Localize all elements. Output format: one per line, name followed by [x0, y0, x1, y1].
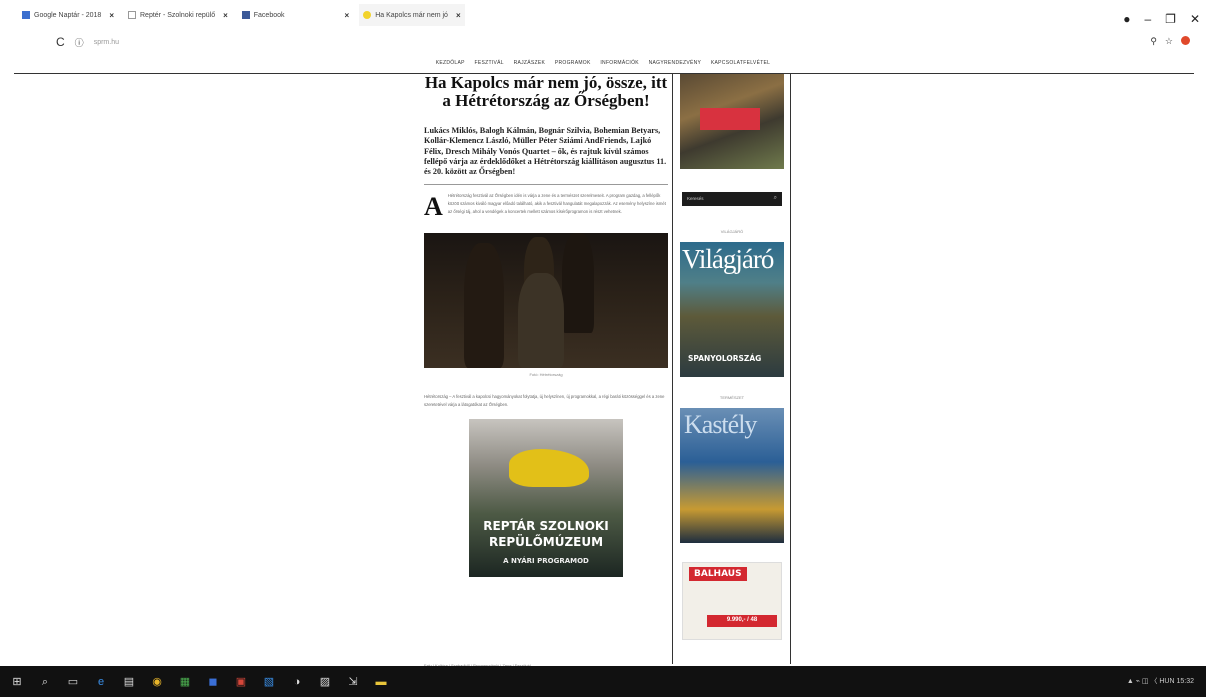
bookmark-star-icon[interactable]: ☆ [1165, 36, 1173, 47]
browser-tab[interactable]: Reptér - Szolnoki repülő × [124, 4, 232, 26]
article-body-2: Hétrétország – A fesztivál a kapolcsi ha… [424, 394, 665, 407]
windows-taskbar: ⊞ ⌕ ▭ e ▤ ◉ ▦ ◼ ▣ ▧ ◑ ▨ ⇲ ▬ ▲ ⌁ ◫ 〈 HUN … [0, 666, 1206, 697]
person-silhouette [518, 273, 564, 369]
ad-price: 9.990,- / 48 [707, 615, 777, 627]
close-tab-icon[interactable]: × [109, 11, 114, 20]
task-view-icon[interactable]: ▭ [66, 675, 80, 689]
app-icon[interactable]: ▣ [234, 675, 248, 689]
app-icon[interactable]: ◼ [206, 675, 220, 689]
minimize-button[interactable]: – [1144, 12, 1151, 26]
article-body-text: Hétrétország fesztivál az Őrségben idén … [447, 193, 666, 214]
browser-tab-active[interactable]: Ha Kapolcs már nem jó × [359, 4, 465, 26]
ad-line-1: REPTÁR SZOLNOKI [483, 519, 609, 534]
dropcap: A [424, 192, 443, 222]
article: Ha Kapolcs már nem jó, össze, itt a Hétr… [424, 73, 668, 578]
app-icon[interactable]: ▧ [262, 675, 276, 689]
reload-icon[interactable]: C [56, 35, 65, 49]
window-controls: ● – ❐ ✕ [1123, 12, 1200, 26]
browser-tab-strip: Google Naptár - 2018 × Reptér - Szolnoki… [0, 0, 1206, 30]
magazine-cover-2[interactable]: Kastély [680, 408, 784, 543]
banner-badge [700, 108, 760, 130]
photo-caption: Fotó: Hétrétország [529, 372, 563, 378]
magazine-cover-vilagjaro[interactable]: Világjáró SPANYOLORSZÁG [680, 242, 784, 377]
nav-item[interactable]: KEZDŐLAP [436, 60, 465, 66]
ad-line-2: REPÜLŐMÚZEUM [488, 535, 604, 550]
magazine-title: Kastély [684, 410, 757, 439]
helicopter-illustration [509, 449, 589, 488]
nav-item[interactable]: PROGRAMOK [555, 60, 591, 66]
divider [424, 184, 668, 186]
browser-tab[interactable]: Google Naptár - 2018 × [18, 4, 118, 26]
start-icon[interactable]: ⊞ [10, 675, 24, 689]
url-field[interactable]: sprm.hu [94, 39, 119, 46]
nav-item[interactable]: KAPCSOLATFELVÉTEL [711, 60, 770, 66]
search-placeholder: Keresés [687, 196, 704, 201]
sidebar: Keresés ⌕ VILÁGJÁRÓ Világjáró SPANYOLORS… [672, 74, 792, 674]
article-headline: Ha Kapolcs már nem jó, össze, itt a Hétr… [424, 73, 668, 110]
extension-icon[interactable] [1181, 36, 1190, 45]
browser-tab[interactable]: Facebook × [238, 4, 353, 26]
store-icon[interactable]: ▤ [122, 675, 136, 689]
folder-icon[interactable]: ▬ [374, 675, 388, 689]
address-bar: C ⓘ sprm.hu ⚲ ☆ [0, 30, 1206, 54]
person-silhouette [464, 243, 504, 369]
person-silhouette [562, 233, 594, 334]
sidebar-section-heading: VILÁGJÁRÓ [720, 229, 744, 234]
close-window-button[interactable]: ✕ [1190, 12, 1200, 26]
tab-label: Google Naptár - 2018 [34, 11, 102, 19]
site-navigation: KEZDŐLAP FESZTIVÁL RAJZÁSZEK PROGRAMOK I… [0, 60, 1206, 74]
magazine-subtitle: SPANYOLORSZÁG [688, 354, 762, 363]
address-tools: ⚲ ☆ [1150, 36, 1190, 47]
chrome-icon[interactable]: ◉ [150, 675, 164, 689]
site-favicon [363, 11, 372, 19]
search-input[interactable]: Keresés ⌕ [682, 192, 782, 206]
reptar-advertisement[interactable]: REPTÁR SZOLNOKI REPÜLŐMÚZEUM A NYÁRI PRO… [469, 419, 623, 578]
system-tray[interactable]: ▲ ⌁ ◫ 〈 HUN 15:32 [1127, 676, 1194, 686]
app-icon[interactable]: ◑ [290, 675, 304, 689]
maximize-button[interactable]: ❐ [1165, 12, 1176, 26]
page-icon [128, 11, 136, 19]
nav-item[interactable]: NAGYRENDEZVÉNY [649, 60, 702, 66]
profile-icon[interactable]: ● [1123, 12, 1130, 26]
balhaus-advertisement[interactable]: BALHAUS 9.990,- / 48 [682, 562, 782, 640]
app-icon[interactable]: ⇲ [346, 675, 360, 689]
tab-label: Reptér - Szolnoki repülő [140, 11, 216, 19]
sidebar-banner-image[interactable] [680, 74, 784, 169]
nav-item[interactable]: INFORMÁCIÓK [600, 60, 639, 66]
article-body: A Hétrétország fesztivál az Őrségben idé… [424, 192, 668, 222]
article-lead: Lukács Miklós, Balogh Kálmán, Bognár Szi… [424, 126, 667, 177]
close-tab-icon[interactable]: × [223, 11, 228, 20]
ad-line-3: A NYÁRI PROGRAMOD [503, 557, 589, 566]
magazine-title: Világjáró [682, 244, 774, 274]
app-icon[interactable]: ▦ [178, 675, 192, 689]
tab-label: Facebook [253, 11, 285, 19]
calendar-icon [22, 11, 30, 19]
facebook-icon [241, 11, 250, 19]
search-icon[interactable]: ⌕ [774, 195, 777, 202]
search-icon[interactable]: ⌕ [38, 675, 52, 689]
balhaus-logo: BALHAUS [689, 567, 747, 581]
close-tab-icon[interactable]: × [456, 11, 461, 20]
app-icon[interactable]: ▨ [318, 675, 332, 689]
article-photo [424, 233, 668, 369]
close-tab-icon[interactable]: × [345, 11, 350, 20]
zoom-icon[interactable]: ⚲ [1150, 36, 1157, 47]
nav-item[interactable]: RAJZÁSZEK [514, 60, 546, 66]
edge-icon[interactable]: e [94, 675, 108, 689]
info-icon[interactable]: ⓘ [75, 36, 84, 49]
sidebar-section-heading: TERMÉSZET [719, 395, 745, 400]
nav-item[interactable]: FESZTIVÁL [474, 60, 503, 66]
tab-label: Ha Kapolcs már nem jó [375, 11, 448, 19]
